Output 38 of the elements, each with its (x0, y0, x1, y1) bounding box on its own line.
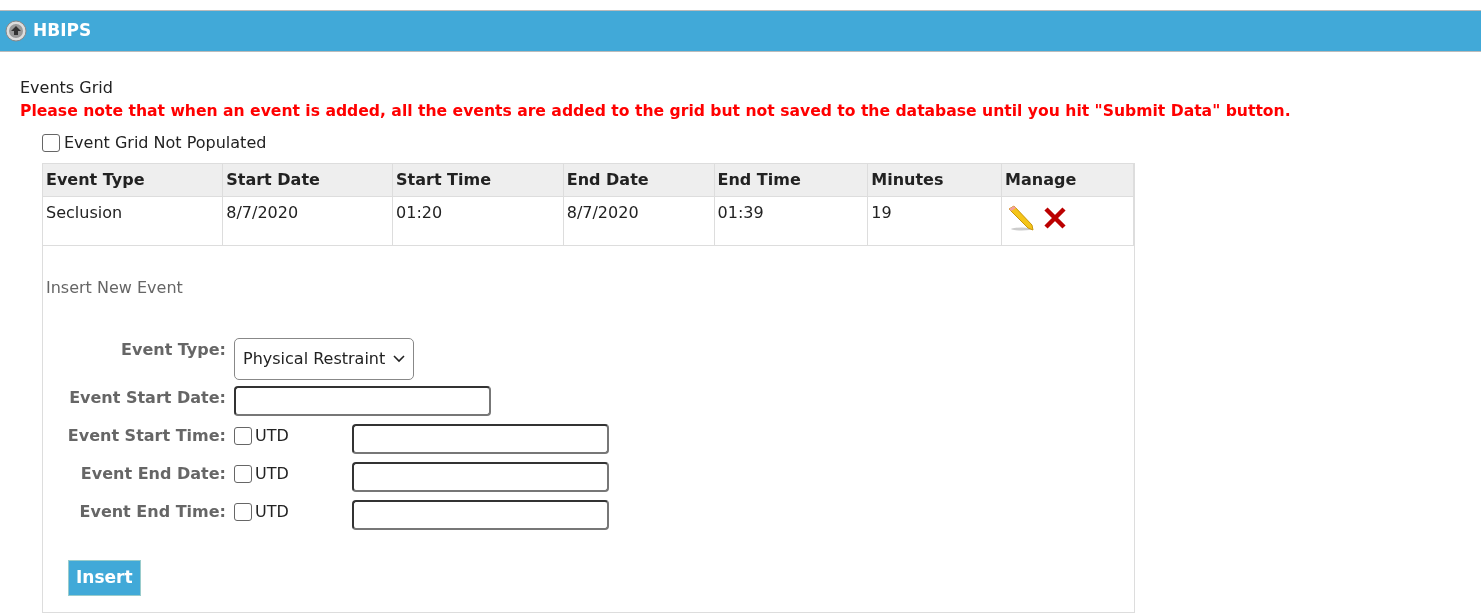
checkbox[interactable] (234, 465, 252, 484)
field-label: Event End Date: (79, 463, 226, 486)
collapse-icon[interactable] (5, 20, 27, 42)
field-label: Event Start Time: (66, 425, 226, 448)
table-cell: 01:39 (714, 196, 868, 246)
panel-title: HBIPS (33, 19, 92, 43)
delete-icon[interactable] (1043, 207, 1068, 227)
section-title: Events Grid (20, 77, 114, 99)
table-cell: Seclusion (43, 196, 223, 246)
table-cell: 8/7/2020 (222, 196, 393, 246)
column-header: Start Date (222, 164, 393, 197)
column-header: Manage (1001, 164, 1134, 197)
checkbox[interactable] (234, 427, 252, 446)
select-field[interactable]: Physical Restraint (234, 338, 415, 381)
column-header: Start Time (392, 164, 564, 197)
column-header: Minutes (867, 164, 1002, 197)
field-label: Event Start Date: (68, 387, 226, 410)
field-label: Event Type: (120, 339, 226, 362)
checkbox[interactable] (234, 503, 252, 522)
checkbox[interactable] (42, 134, 60, 153)
input-field[interactable] (352, 424, 609, 455)
input-field[interactable] (352, 462, 609, 493)
field-label: Event End Time: (78, 501, 226, 524)
checkbox-label: UTD (255, 425, 289, 448)
notice-text: Please note that when an event is added, all the events are added to the grid but not saved to the database until you hit "Submit Data" button. (20, 101, 1292, 122)
column-header: End Date (563, 164, 714, 197)
checkbox-label: UTD (255, 501, 289, 524)
table-cell: 19 (867, 196, 1002, 246)
form-title: Insert New Event (46, 277, 184, 300)
checkbox-label: UTD (255, 463, 289, 486)
input-field[interactable] (234, 386, 491, 417)
column-header: End Time (714, 164, 868, 197)
checkbox-label: Event Grid Not Populated (64, 132, 267, 155)
table-cell: 8/7/2020 (563, 196, 714, 246)
input-field[interactable] (352, 500, 609, 531)
column-header: Event Type (43, 164, 223, 197)
table-cell: 01:20 (392, 196, 564, 246)
caret-icon (393, 355, 406, 364)
